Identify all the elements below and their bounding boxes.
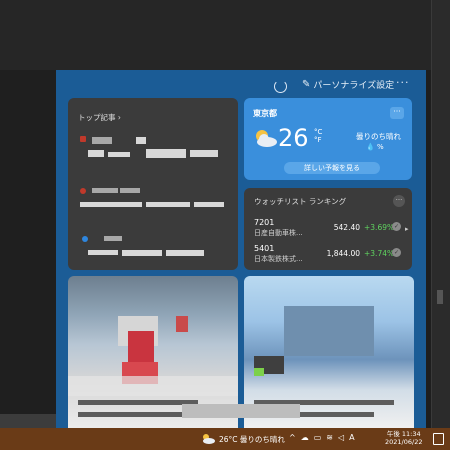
news-headline[interactable] bbox=[190, 150, 218, 157]
volume-icon[interactable]: ◁ bbox=[338, 433, 344, 442]
check-icon[interactable]: ✓ bbox=[392, 222, 401, 231]
news-headline[interactable] bbox=[78, 400, 198, 405]
news-source-icon bbox=[80, 188, 86, 194]
pencil-icon: ✎ bbox=[302, 79, 311, 90]
notification-icon[interactable] bbox=[433, 433, 444, 445]
news-headline[interactable] bbox=[88, 250, 118, 255]
weather-taskbar-icon[interactable] bbox=[201, 433, 215, 444]
ime-icon[interactable]: A bbox=[349, 433, 354, 442]
watchlist-more-button[interactable]: ··· bbox=[393, 195, 405, 207]
stock-name: 日産自動車株... bbox=[254, 229, 303, 237]
stock-row[interactable]: 7201 日産自動車株... 542.40 +3.69% ✓ bbox=[254, 218, 404, 240]
clock-date: 2021/06/22 bbox=[385, 438, 423, 446]
top-stories-card[interactable]: トップ記事 › bbox=[68, 98, 238, 270]
temperature-unit-toggle[interactable]: °C °F bbox=[314, 128, 322, 144]
news-image bbox=[68, 376, 238, 396]
news-source bbox=[104, 236, 122, 241]
desktop-window-edge bbox=[0, 414, 56, 428]
blurred-popup bbox=[182, 404, 300, 418]
personalize-label: パーソナライズ設定 bbox=[313, 81, 395, 91]
desktop-background-left bbox=[0, 70, 56, 414]
news-headline[interactable] bbox=[122, 250, 162, 256]
news-image bbox=[176, 316, 188, 332]
desktop-background-top bbox=[0, 0, 450, 70]
news-headline[interactable] bbox=[146, 149, 186, 158]
panel-header: ✎ パーソナライズ設定 ··· bbox=[56, 70, 426, 100]
chevron-up-icon[interactable]: ^ bbox=[289, 433, 296, 442]
news-source bbox=[92, 188, 118, 193]
news-source-icon bbox=[80, 136, 86, 142]
taskbar-clock[interactable]: 午後 11:34 2021/06/22 bbox=[385, 430, 422, 446]
news-image bbox=[284, 306, 374, 356]
scrollbar-right[interactable] bbox=[431, 0, 450, 428]
partly-cloudy-icon bbox=[256, 130, 277, 147]
news-source bbox=[92, 137, 112, 144]
scrollbar-thumb[interactable] bbox=[437, 290, 443, 304]
top-stories-title[interactable]: トップ記事 › bbox=[78, 112, 121, 123]
wifi-icon[interactable]: ≋ bbox=[326, 433, 333, 442]
battery-icon[interactable]: ▭ bbox=[314, 433, 322, 442]
unit-fahrenheit[interactable]: °F bbox=[314, 136, 322, 144]
weather-condition: 曇りのち晴れ bbox=[356, 132, 401, 141]
stock-price: 542.40 bbox=[333, 223, 360, 232]
taskbar-weather-text[interactable]: 26°C 曇りのち晴れ bbox=[219, 434, 285, 445]
taskbar: 26°C 曇りのち晴れ ^ ☁ ▭ ≋ ◁ A 午後 11:34 2021/06… bbox=[0, 428, 450, 450]
chevron-right-icon[interactable]: ▸ bbox=[405, 225, 409, 233]
news-headline[interactable] bbox=[146, 202, 190, 207]
news-headline[interactable] bbox=[194, 202, 224, 207]
news-and-interests-panel: ✎ パーソナライズ設定 ··· トップ記事 › 東京都 ··· 26 °C °F… bbox=[56, 70, 426, 428]
weather-temperature: 26 bbox=[278, 124, 309, 152]
personalize-button[interactable]: ✎ パーソナライズ設定 bbox=[302, 78, 394, 91]
news-headline[interactable] bbox=[80, 202, 142, 207]
stock-row[interactable]: 5401 日本製鉄株式... 1,844.00 +3.74% ✓ bbox=[254, 244, 404, 266]
rain-chance: 💧 % bbox=[366, 143, 384, 151]
news-source-icon bbox=[82, 236, 88, 242]
stock-change: +3.74% bbox=[364, 249, 395, 258]
news-headline[interactable] bbox=[166, 250, 204, 256]
news-headline[interactable] bbox=[108, 152, 130, 157]
stock-name: 日本製鉄株式... bbox=[254, 255, 303, 263]
refresh-icon[interactable] bbox=[274, 80, 287, 93]
check-icon[interactable]: ✓ bbox=[392, 248, 401, 257]
detailed-forecast-button[interactable]: 詳しい予報を見る bbox=[284, 162, 380, 174]
more-options-icon[interactable]: ··· bbox=[396, 76, 410, 89]
stock-code: 7201 bbox=[254, 218, 275, 227]
news-source bbox=[136, 137, 146, 144]
watchlist-card[interactable]: ウォッチリスト ランキング ··· 7201 日産自動車株... 542.40 … bbox=[244, 188, 412, 270]
weather-card[interactable]: 東京都 ··· 26 °C °F 曇りのち晴れ 💧 % 詳しい予報を見る bbox=[244, 98, 412, 180]
stock-change: +3.69% bbox=[364, 223, 395, 232]
unit-celsius[interactable]: °C bbox=[314, 128, 322, 136]
watchlist-title: ウォッチリスト ランキング bbox=[254, 197, 347, 206]
stock-code: 5401 bbox=[254, 244, 275, 253]
news-source bbox=[120, 188, 140, 193]
system-tray: ^ ☁ ▭ ≋ ◁ A bbox=[289, 433, 355, 442]
news-image bbox=[254, 368, 264, 376]
stock-price: 1,844.00 bbox=[326, 249, 360, 258]
news-headline[interactable] bbox=[88, 150, 104, 157]
cloud-icon[interactable]: ☁ bbox=[301, 433, 309, 442]
clock-time: 午後 11:34 bbox=[386, 430, 421, 438]
weather-location: 東京都 bbox=[253, 109, 277, 118]
weather-more-button[interactable]: ··· bbox=[390, 107, 404, 119]
